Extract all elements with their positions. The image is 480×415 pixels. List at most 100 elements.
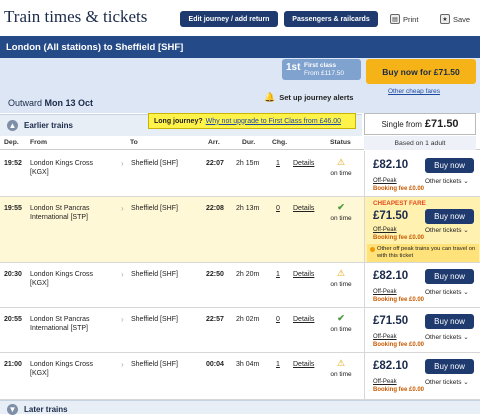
chevron-right-icon: › [121, 315, 124, 324]
fare-price: £82.10 [373, 360, 409, 372]
col-to: To [130, 139, 138, 146]
duration: 3h 04m [236, 361, 260, 368]
upgrade-first-class-link[interactable]: Why not upgrade to First Class from £46.… [206, 118, 341, 125]
off-peak-link[interactable]: Off-Peak [373, 178, 397, 184]
dep-time: 21:00 [4, 361, 22, 368]
col-from: From [30, 139, 47, 146]
table-row[interactable]: 20:55 London St Pancras International [ST… [0, 308, 480, 353]
fare-price: £82.10 [373, 159, 409, 171]
from-name: London Kings Cross [30, 361, 94, 368]
dep-time: 19:52 [4, 160, 22, 167]
checkmark-icon: ✔ [337, 313, 345, 323]
details-link[interactable]: Details [293, 205, 314, 212]
status-text: on time [330, 170, 352, 177]
changes-link[interactable]: 1 [276, 271, 280, 278]
from-name: London Kings Cross [30, 160, 94, 167]
chevron-down-icon: ⌄ [463, 334, 469, 341]
from-code: [KGX] [30, 370, 49, 377]
off-peak-note[interactable]: Other off peak trains you can travel on … [367, 244, 479, 262]
off-peak-link[interactable]: Off-Peak [373, 289, 397, 295]
status-text: on time [330, 215, 352, 222]
changes-link[interactable]: 1 [276, 361, 280, 368]
printer-icon: ▤ [390, 14, 400, 24]
star-icon: ★ [440, 14, 450, 24]
from-station: London Kings Cross [KGX] [30, 159, 93, 177]
status-text: on time [330, 281, 352, 288]
status-text: on time [330, 371, 352, 378]
fare-cell: £82.10 Buy now Off-Peak Other tickets ⌄ … [364, 263, 480, 307]
other-tickets-link[interactable]: Other tickets ⌄ [425, 177, 469, 185]
buy-now-button[interactable]: Buy now [425, 209, 474, 224]
save-label: Save [453, 14, 471, 24]
col-dep: Dep. [4, 139, 19, 146]
details-link[interactable]: Details [293, 271, 314, 278]
from-name: London St Pancras [30, 205, 90, 212]
buy-now-main-button[interactable]: Buy now for £71.50 [366, 59, 476, 84]
table-row[interactable]: 21:00 London Kings Cross [KGX] › Sheffiel… [0, 353, 480, 400]
print-button[interactable]: ▤ Print [390, 11, 418, 27]
booking-fee: Booking fee £0.00 [373, 387, 425, 393]
duration: 2h 20m [236, 271, 260, 278]
other-tickets-link[interactable]: Other tickets ⌄ [425, 333, 469, 341]
table-row[interactable]: 20:30 London Kings Cross [KGX] › Sheffiel… [0, 263, 480, 308]
other-tickets-link[interactable]: Other tickets ⌄ [425, 378, 469, 386]
arrow-down-icon: ▼ [7, 404, 18, 415]
page-title: Train times & tickets [4, 7, 148, 26]
arr-time: 22:57 [206, 316, 224, 323]
details-link[interactable]: Details [293, 160, 314, 167]
dep-time: 20:55 [4, 316, 22, 323]
table-row[interactable]: 19:55 London St Pancras International [ST… [0, 197, 480, 263]
col-chg: Chg. [272, 139, 288, 146]
buy-now-button[interactable]: Buy now [425, 314, 474, 329]
edit-journey-button[interactable]: Edit journey / add return [180, 11, 278, 27]
off-peak-note-text: Other off peak trains you can travel on … [377, 246, 476, 259]
other-tickets-label: Other tickets [425, 289, 462, 296]
booking-fee: Booking fee £0.00 [373, 186, 425, 192]
chevron-right-icon: › [121, 270, 124, 279]
journey-alerts-link[interactable]: 🔔 Set up journey alerts [264, 92, 353, 103]
status: ✔ on time [329, 313, 353, 333]
details-link[interactable]: Details [293, 316, 314, 323]
table-row[interactable]: 19:52 London Kings Cross [KGX] › Sheffiel… [0, 151, 480, 197]
from-name: London Kings Cross [30, 271, 94, 278]
passengers-railcards-button[interactable]: Passengers & railcards [284, 11, 378, 27]
checkmark-icon: ✔ [337, 202, 345, 212]
details-link[interactable]: Details [293, 361, 314, 368]
first-class-label: First class [304, 62, 337, 69]
status: ⚠ on time [329, 157, 353, 177]
outward-date: Mon 13 Oct [44, 98, 94, 108]
other-tickets-link[interactable]: Other tickets ⌄ [425, 226, 469, 234]
to-station: Sheffield [SHF] [131, 316, 178, 323]
to-station: Sheffield [SHF] [131, 271, 178, 278]
from-station: London Kings Cross [KGX] [30, 360, 93, 378]
based-on-label: Based on 1 adult [364, 136, 476, 150]
duration: 2h 13m [236, 205, 260, 212]
fare-cell: CHEAPEST FARE £71.50 Buy now Off-Peak Ot… [364, 197, 480, 262]
changes-link[interactable]: 0 [276, 205, 280, 212]
changes-link[interactable]: 1 [276, 160, 280, 167]
chevron-right-icon: › [121, 159, 124, 168]
col-status: Status [330, 139, 351, 146]
first-class-option[interactable]: 1st First class From £117.50 [282, 59, 361, 80]
from-code: International [STP] [30, 325, 88, 332]
booking-fee: Booking fee £0.00 [373, 235, 425, 241]
single-from-header: Single from £71.50 [364, 113, 476, 135]
from-code: International [STP] [30, 214, 88, 221]
changes-link[interactable]: 0 [276, 316, 280, 323]
off-peak-link[interactable]: Off-Peak [373, 379, 397, 385]
arr-time: 00:04 [206, 361, 224, 368]
other-tickets-link[interactable]: Other tickets ⌄ [425, 288, 469, 296]
earlier-trains-label: Earlier trains [24, 121, 73, 130]
later-trains-bar[interactable]: ▼ Later trains [0, 400, 480, 415]
buy-now-button[interactable]: Buy now [425, 158, 474, 173]
buy-now-button[interactable]: Buy now [425, 359, 474, 374]
buy-now-button[interactable]: Buy now [425, 269, 474, 284]
other-tickets-label: Other tickets [425, 227, 462, 234]
other-cheap-fares-link[interactable]: Other cheap fares [388, 88, 440, 95]
chevron-down-icon: ⌄ [463, 289, 469, 296]
single-from-label: Single from [381, 119, 422, 129]
off-peak-link[interactable]: Off-Peak [373, 227, 397, 233]
save-button[interactable]: ★ Save [440, 11, 470, 27]
first-class-number: 1st [286, 62, 301, 73]
off-peak-link[interactable]: Off-Peak [373, 334, 397, 340]
